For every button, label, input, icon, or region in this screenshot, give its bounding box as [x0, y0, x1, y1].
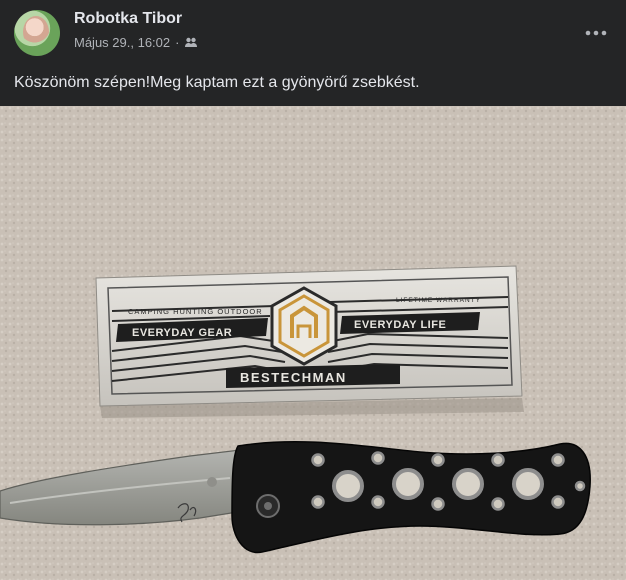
post-photo[interactable]: CAMPING HUNTING OUTDOOR LIFETIME WARRANT… [0, 106, 626, 580]
knife-box: CAMPING HUNTING OUTDOOR LIFETIME WARRANT… [95, 265, 523, 407]
meta-separator: · [175, 35, 180, 50]
brand-logo [270, 286, 338, 366]
friends-icon[interactable] [184, 36, 198, 50]
box-brand: BESTECHMAN [240, 370, 347, 385]
box-band-left: EVERYDAY GEAR [132, 327, 232, 339]
more-dots-icon [585, 23, 607, 41]
box-label-right: LIFETIME WARRANTY [396, 297, 481, 304]
avatar[interactable] [14, 10, 60, 56]
box-label-left: CAMPING HUNTING OUTDOOR [128, 307, 263, 316]
post-header: Robotka Tibor Május 29., 16:02 · [0, 0, 626, 62]
box-band-right: EVERYDAY LIFE [354, 319, 446, 331]
knife-box-photo: CAMPING HUNTING OUTDOOR LIFETIME WARRANT… [0, 106, 626, 580]
more-options-button[interactable] [578, 14, 614, 50]
post-meta: Május 29., 16:02 · [74, 35, 198, 50]
post-text: Köszönöm szépen!Meg kaptam ezt a gyönyör… [14, 74, 420, 91]
author-name[interactable]: Robotka Tibor [74, 10, 182, 28]
post-timestamp[interactable]: Május 29., 16:02 [74, 35, 170, 50]
